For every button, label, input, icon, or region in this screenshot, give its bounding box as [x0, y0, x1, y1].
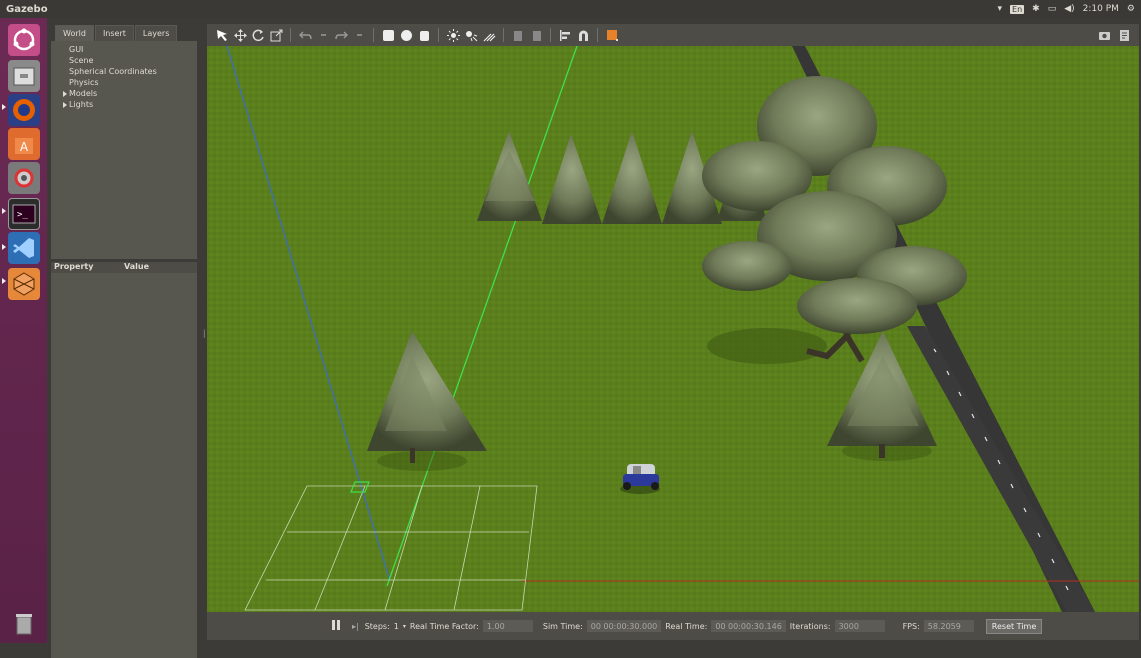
3d-viewport[interactable]	[207, 46, 1139, 612]
toolbar-separator	[290, 28, 291, 42]
fps-label: FPS:	[902, 621, 920, 631]
log-icon[interactable]	[1117, 28, 1131, 42]
scale-icon[interactable]	[269, 28, 283, 42]
trash-icon[interactable]	[8, 608, 40, 640]
real-time-field: 00 00:00:30.146	[711, 620, 786, 632]
sim-time-field: 00 00:00:30.000	[586, 620, 662, 632]
gear-icon[interactable]: ⚙	[1127, 4, 1135, 14]
reset-time-button[interactable]: Reset Time	[985, 618, 1043, 634]
sim-time-label: Sim Time:	[542, 621, 583, 631]
tab-insert[interactable]: Insert	[94, 25, 134, 41]
box-icon[interactable]	[381, 28, 395, 42]
left-panel: World Insert Layers GUI Scene Spherical …	[47, 18, 205, 658]
expand-arrow-icon[interactable]	[63, 101, 67, 108]
screenshot-icon[interactable]	[1097, 28, 1111, 42]
status-bar: ▸| Steps: 1 ▾ Real Time Factor: 1.00 Sim…	[207, 612, 1139, 640]
firefox-icon[interactable]	[8, 94, 40, 126]
running-indicator	[2, 244, 6, 250]
directional-light-icon[interactable]	[482, 28, 496, 42]
orange-select-icon[interactable]	[605, 28, 619, 42]
window-title: Gazebo	[6, 3, 48, 15]
translate-icon[interactable]	[233, 28, 247, 42]
spot-light-icon[interactable]	[464, 28, 478, 42]
ground-plane	[207, 46, 1139, 612]
panel-tabs: World Insert Layers	[55, 25, 178, 41]
cylinder-icon[interactable]	[417, 28, 431, 42]
undo-dropdown-icon[interactable]	[316, 28, 330, 42]
value-column-header[interactable]: Value	[121, 262, 149, 273]
top-menu-bar: Gazebo ▾ En ✱ ▭ ◀) 2:10 PM ⚙	[0, 0, 1141, 18]
battery-icon[interactable]: ▭	[1048, 4, 1057, 14]
main-toolbar	[207, 24, 1139, 46]
iterations-field: 3000	[834, 620, 885, 632]
svg-text:>_: >_	[17, 210, 28, 220]
toolbar-separator	[597, 28, 598, 42]
world-tree: GUI Scene Spherical Coordinates Physics …	[51, 41, 197, 259]
property-table	[51, 273, 197, 658]
property-column-header[interactable]: Property	[51, 262, 121, 273]
copy-icon[interactable]	[511, 28, 525, 42]
tree-item-gui[interactable]: GUI	[63, 44, 197, 55]
toolbar-separator	[373, 28, 374, 42]
rtf-label: Real Time Factor:	[409, 621, 479, 631]
step-icon[interactable]: ▸|	[352, 622, 359, 631]
iterations-label: Iterations:	[789, 621, 831, 631]
clock[interactable]: 2:10 PM	[1083, 4, 1119, 14]
tree-item-label: Models	[69, 89, 98, 98]
point-light-icon[interactable]	[446, 28, 460, 42]
expand-arrow-icon[interactable]	[63, 90, 67, 97]
select-arrow-icon[interactable]	[215, 28, 229, 42]
undo-icon[interactable]	[298, 28, 312, 42]
toolbar-separator	[438, 28, 439, 42]
rtf-field: 1.00	[482, 620, 533, 632]
vscode-icon[interactable]	[8, 232, 40, 264]
tab-layers[interactable]: Layers	[134, 25, 178, 41]
toolbar-separator	[550, 28, 551, 42]
steps-value[interactable]: 1	[394, 622, 399, 631]
pause-icon[interactable]	[332, 620, 342, 632]
vertical-splitter-handle[interactable]: │	[202, 330, 206, 338]
paste-icon[interactable]	[529, 28, 543, 42]
system-tray: ▾ En ✱ ▭ ◀) 2:10 PM ⚙	[998, 4, 1136, 14]
align-icon[interactable]	[558, 28, 572, 42]
tree-item-physics[interactable]: Physics	[63, 77, 197, 88]
tree-item-spherical-coordinates[interactable]: Spherical Coordinates	[63, 66, 197, 77]
svg-text:A: A	[20, 140, 29, 154]
rotate-icon[interactable]	[251, 28, 265, 42]
fps-field: 58.2059	[923, 620, 974, 632]
terminal-icon[interactable]: >_	[8, 198, 40, 230]
redo-icon[interactable]	[334, 28, 348, 42]
running-indicator	[2, 104, 6, 110]
real-time-label: Real Time:	[665, 621, 708, 631]
tab-world[interactable]: World	[55, 25, 94, 41]
tree-item-models[interactable]: Models	[63, 88, 197, 99]
property-table-header: Property Value	[51, 262, 197, 273]
toolbar-right	[1097, 28, 1131, 42]
scene-render[interactable]	[207, 46, 1139, 612]
system-settings-icon[interactable]	[8, 162, 40, 194]
running-indicator	[2, 278, 6, 284]
ubuntu-launcher: A >_	[0, 18, 47, 643]
keyboard-layout[interactable]: En	[1010, 4, 1025, 14]
redo-dropdown-icon[interactable]	[352, 28, 366, 42]
snap-icon[interactable]	[576, 28, 590, 42]
files-icon[interactable]	[8, 60, 40, 92]
wifi-icon[interactable]: ▾	[998, 4, 1003, 14]
ubuntu-dash-icon[interactable]	[8, 24, 40, 56]
gazebo-icon[interactable]	[8, 268, 40, 300]
toolbar-separator	[503, 28, 504, 42]
tree-item-lights[interactable]: Lights	[63, 99, 197, 110]
sphere-icon[interactable]	[399, 28, 413, 42]
tree-item-scene[interactable]: Scene	[63, 55, 197, 66]
bluetooth-icon[interactable]: ✱	[1032, 4, 1040, 14]
steps-label: Steps:	[364, 621, 390, 631]
steps-spinner-icon[interactable]: ▾	[403, 623, 406, 630]
software-center-icon[interactable]: A	[8, 128, 40, 160]
volume-icon[interactable]: ◀)	[1064, 4, 1074, 14]
tree-item-label: Lights	[69, 100, 94, 109]
running-indicator	[2, 208, 6, 214]
